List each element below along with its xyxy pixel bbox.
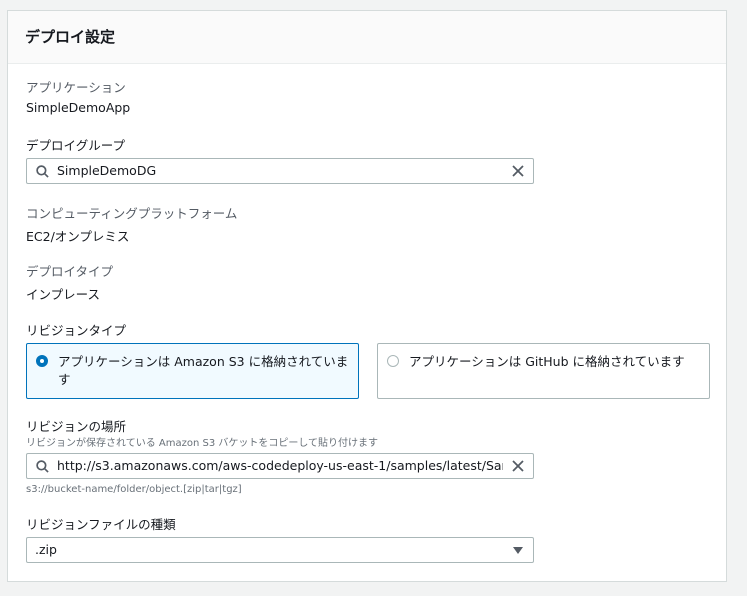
clear-icon[interactable] xyxy=(512,165,524,177)
compute-platform-label: コンピューティングプラットフォーム xyxy=(26,206,238,221)
radio-option-amazon-s3[interactable]: アプリケーションは Amazon S3 に格納されています xyxy=(26,343,359,399)
revision-location-input[interactable]: http://s3.amazonaws.com/aws-codedeploy-u… xyxy=(26,453,534,479)
panel-title: デプロイ設定 xyxy=(25,28,116,46)
revision-file-type-value: .zip xyxy=(35,542,57,557)
revision-file-type-select[interactable]: .zip xyxy=(26,537,534,563)
radio-option-github[interactable]: アプリケーションは GitHub に格納されています xyxy=(377,343,710,399)
application-label: アプリケーション xyxy=(26,80,126,95)
revision-location-description: リビジョンが保存されている Amazon S3 バケットをコピーして貼り付けます xyxy=(26,438,379,449)
panel-header: デプロイ設定 xyxy=(8,11,726,64)
radio-option-label: アプリケーションは GitHub に格納されています xyxy=(409,354,685,369)
deployment-group-input-value: SimpleDemoDG xyxy=(57,163,157,178)
search-icon xyxy=(36,460,49,473)
application-value: SimpleDemoApp xyxy=(26,100,131,115)
compute-platform-value: EC2/オンプレミス xyxy=(26,229,130,244)
clear-icon[interactable] xyxy=(512,460,524,472)
radio-button-selected[interactable] xyxy=(36,355,48,367)
revision-file-type-label: リビジョンファイルの種類 xyxy=(26,517,176,532)
deployment-type-value: インプレース xyxy=(26,287,101,302)
deployment-group-input[interactable]: SimpleDemoDG xyxy=(26,158,534,184)
revision-type-label: リビジョンタイプ xyxy=(26,323,127,338)
revision-location-input-value: http://s3.amazonaws.com/aws-codedeploy-u… xyxy=(57,458,503,473)
revision-location-hint: s3://bucket-name/folder/object.[zip|tar|… xyxy=(26,484,242,495)
radio-option-label: アプリケーションは Amazon S3 に格納されています xyxy=(58,354,349,387)
deployment-group-label: デプロイグループ xyxy=(26,138,126,153)
radio-button-unselected[interactable] xyxy=(387,355,399,367)
deployment-settings-panel: デプロイ設定 アプリケーション SimpleDemoApp デプロイグループ S… xyxy=(7,10,727,582)
caret-down-icon xyxy=(513,547,523,554)
deployment-type-label: デプロイタイプ xyxy=(26,264,114,279)
search-icon xyxy=(36,165,49,178)
revision-location-label: リビジョンの場所 xyxy=(26,419,127,434)
